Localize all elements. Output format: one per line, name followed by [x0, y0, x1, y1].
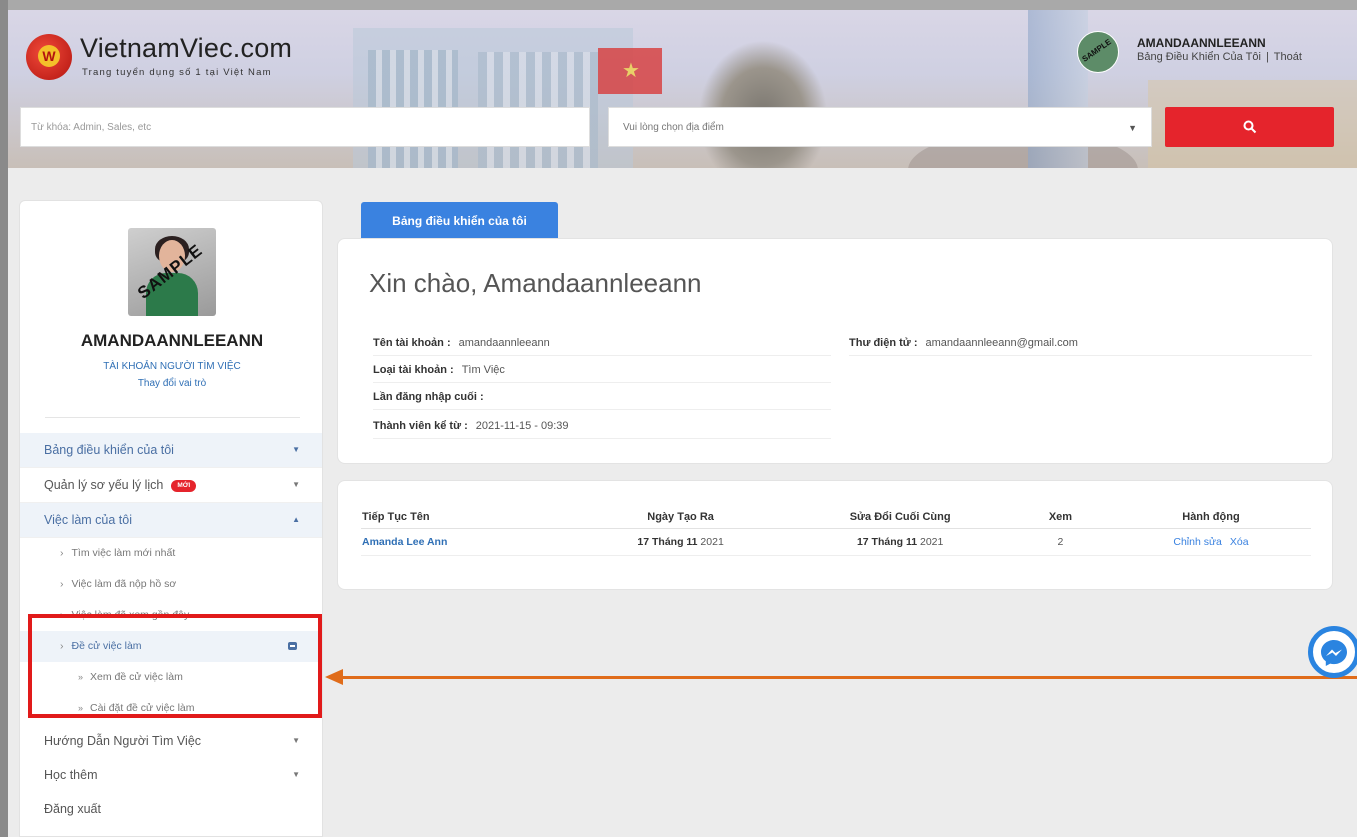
- resume-table: Tiếp Tục Tên Ngày Tạo Ra Sửa Đổi Cuối Cù…: [361, 506, 1311, 556]
- logo-icon: W: [26, 34, 72, 80]
- sidebar-item-label: Quản lý sơ yếu lý lịch: [44, 478, 164, 492]
- sidebar-subitem-label: Việc làm đã nộp hồ sơ: [71, 578, 177, 590]
- account-name-label: Tên tài khoản :: [373, 337, 451, 349]
- chevron-right-icon: ›: [60, 547, 64, 559]
- resume-list-card: Tiếp Tục Tên Ngày Tạo Ra Sửa Đổi Cuối Cù…: [337, 480, 1333, 590]
- created-day: 17 Tháng 11: [637, 536, 698, 548]
- column-header: Ngày Tạo Ra: [570, 506, 791, 529]
- sidebar-subitem-latest-jobs[interactable]: › Tìm việc làm mới nhất: [20, 538, 322, 569]
- column-header: Hành động: [1110, 506, 1311, 529]
- views-cell: 2: [1009, 528, 1111, 556]
- chevron-right-icon: ›: [60, 578, 64, 590]
- created-date-cell: 17 Tháng 11 2021: [570, 528, 791, 556]
- account-type-row: Loại tài khoản : Tìm Việc: [373, 358, 831, 383]
- sidebar-item-learn[interactable]: Học thêm ▼: [20, 758, 322, 792]
- sidebar-item-label: Việc làm của tôi: [44, 513, 133, 527]
- user-avatar[interactable]: [1077, 31, 1119, 73]
- delete-resume-link[interactable]: Xóa: [1230, 536, 1249, 548]
- sidebar-item-label: Học thêm: [44, 768, 98, 782]
- account-name-value: amandaannleeann: [458, 337, 550, 349]
- annotation-arrow-head: [325, 669, 343, 685]
- resume-name-link[interactable]: Amanda Lee Ann: [361, 528, 571, 556]
- column-header: Tiếp Tục Tên: [361, 506, 571, 529]
- keyword-search-input[interactable]: Từ khóa: Admin, Sales, etc: [20, 107, 590, 147]
- annotation-highlight-box: [28, 614, 322, 718]
- profile-name: AMANDAANNLEEANN: [80, 331, 264, 350]
- account-type-label: TÀI KHOẢN NGƯỜI TÌM VIỆC: [103, 361, 241, 372]
- sidebar-subitem-label: Tìm việc làm mới nhất: [71, 547, 176, 559]
- profile-sidebar: SAMPLE AMANDAANNLEEANN TÀI KHOẢN NGƯỜI T…: [19, 200, 323, 837]
- link-separator: |: [1265, 51, 1269, 63]
- search-button[interactable]: [1165, 107, 1334, 147]
- profile-avatar: SAMPLE: [128, 228, 216, 316]
- site-logo[interactable]: W VietnamViec.com Trang tuyển dụng số 1 …: [23, 27, 323, 87]
- header-user-name: AMANDAANNLEEANN: [1137, 36, 1266, 50]
- sidebar-subitem-applied-jobs[interactable]: › Việc làm đã nộp hồ sơ: [20, 569, 322, 600]
- tab-dashboard[interactable]: Bảng điều khiển của tôi: [361, 202, 558, 240]
- modified-day: 17 Tháng 11: [856, 536, 918, 548]
- actions-cell: Chỉnh sửa Xóa: [1110, 528, 1311, 556]
- email-value: amandaannleeann@gmail.com: [925, 337, 1078, 349]
- annotation-arrow-line: [340, 676, 1357, 679]
- chevron-down-icon: ▼: [292, 736, 300, 745]
- header-banner-statue: [698, 40, 828, 168]
- chevron-down-icon: ▼: [1128, 123, 1137, 133]
- flag-icon: [598, 48, 662, 94]
- search-icon: [1243, 120, 1257, 134]
- account-info-card: Xin chào, Amandaannleeann Tên tài khoản …: [337, 238, 1333, 464]
- change-role-link[interactable]: Thay đổi vai trò: [20, 378, 324, 389]
- divider: [45, 417, 300, 418]
- table-row: Amanda Lee Ann 17 Tháng 11 2021 17 Tháng…: [361, 528, 1311, 556]
- messenger-chat-button[interactable]: [1308, 626, 1357, 678]
- account-type-value: Tìm Việc: [461, 364, 505, 376]
- last-login-label: Lần đăng nhập cuối :: [373, 391, 484, 403]
- member-since-row: Thành viên kể từ : 2021-11-15 - 09:39: [373, 414, 831, 439]
- modified-year: 2021: [919, 536, 944, 548]
- chevron-up-icon: ▲: [292, 515, 300, 524]
- modified-date-cell: 17 Tháng 11 2021: [790, 528, 1010, 556]
- sidebar-item-label: Đăng xuất: [44, 802, 101, 816]
- sidebar-item-logout[interactable]: Đăng xuất: [20, 792, 322, 826]
- dashboard-link[interactable]: Bảng Điều Khiển Của Tôi: [1137, 51, 1261, 63]
- sidebar-item-guide[interactable]: Hướng Dẫn Người Tìm Việc ▼: [20, 724, 322, 758]
- sidebar-item-label: Hướng Dẫn Người Tìm Việc: [44, 734, 202, 748]
- table-header-row: Tiếp Tục Tên Ngày Tạo Ra Sửa Đổi Cuối Cù…: [361, 506, 1311, 529]
- member-since-label: Thành viên kể từ :: [373, 420, 468, 432]
- chevron-down-icon: ▼: [292, 480, 300, 489]
- created-year: 2021: [700, 536, 724, 548]
- chevron-down-icon: ▼: [292, 445, 300, 454]
- sidebar-item-label: Bảng điều khiển của tôi: [44, 443, 174, 457]
- location-select[interactable]: Vui lòng chọn địa điểm ▼: [608, 107, 1152, 147]
- account-type-label: Loại tài khoản :: [373, 364, 454, 376]
- email-row: Thư điện tử : amandaannleeann@gmail.com: [849, 331, 1312, 356]
- member-since-value: 2021-11-15 - 09:39: [475, 420, 569, 432]
- sidebar-item-dashboard[interactable]: Bảng điều khiển của tôi ▼: [20, 433, 322, 468]
- location-select-value: Vui lòng chọn địa điểm: [623, 122, 724, 133]
- sidebar-item-resume[interactable]: Quản lý sơ yếu lý lịch MỚI ▼: [20, 468, 322, 503]
- edit-resume-link[interactable]: Chỉnh sửa: [1173, 536, 1221, 548]
- logo-name: VietnamViec.com: [80, 33, 293, 63]
- column-header: Xem: [1009, 506, 1111, 529]
- logo-tagline: Trang tuyển dụng số 1 tại Việt Nam: [82, 67, 272, 78]
- logout-link[interactable]: Thoát: [1274, 51, 1302, 63]
- messenger-icon: [1321, 640, 1347, 666]
- account-name-row: Tên tài khoản : amandaannleeann: [373, 331, 831, 356]
- email-label: Thư điện tử :: [849, 337, 918, 349]
- new-badge: MỚI: [171, 479, 197, 492]
- header-user-links: Bảng Điều Khiển Của Tôi | Thoát: [1137, 51, 1302, 63]
- greeting-heading: Xin chào, Amandaannleeann: [369, 268, 702, 298]
- column-header: Sửa Đổi Cuối Cùng: [790, 506, 1010, 529]
- window-frame-top: [0, 0, 1357, 10]
- chevron-down-icon: ▼: [292, 770, 300, 779]
- window-frame-left: [0, 0, 8, 837]
- sidebar-item-my-jobs[interactable]: Việc làm của tôi ▲: [20, 503, 322, 538]
- last-login-row: Lần đăng nhập cuối :: [373, 385, 831, 410]
